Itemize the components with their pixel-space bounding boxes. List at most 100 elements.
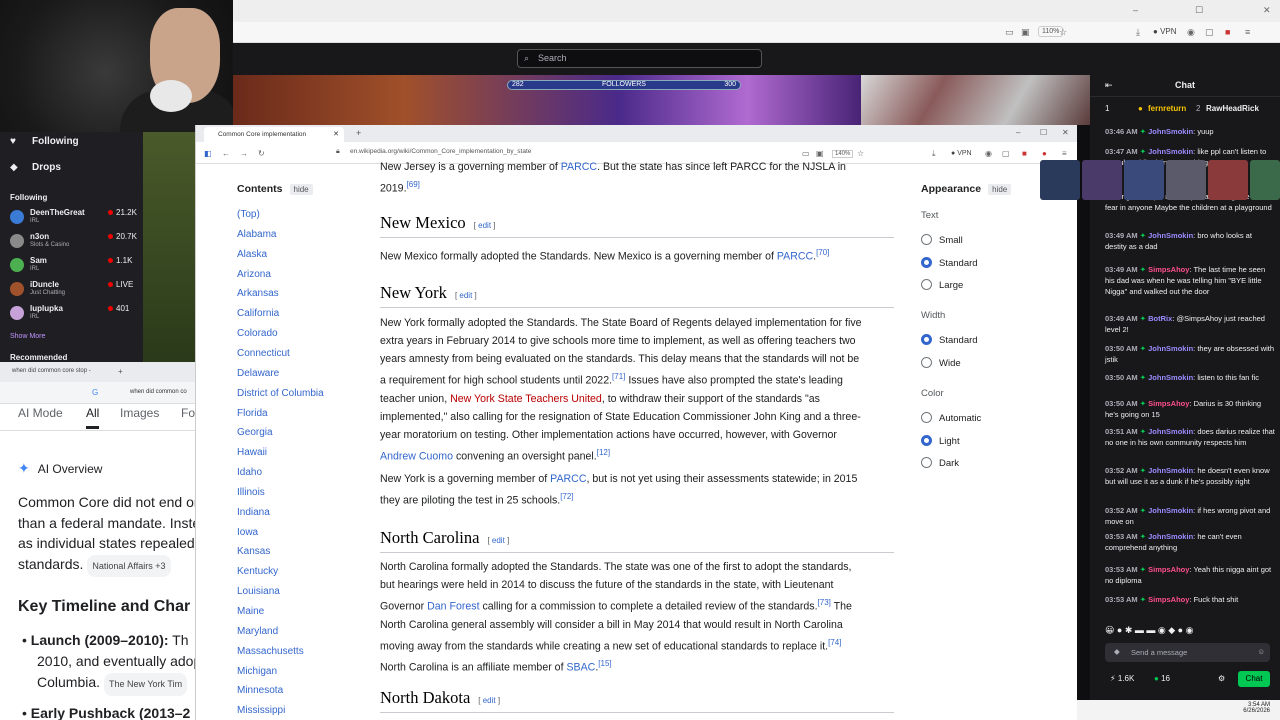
download-icon[interactable]: ⤓ <box>932 149 936 159</box>
vpn-button[interactable]: ● VPN <box>951 150 972 157</box>
wallet-icon[interactable]: ▢ <box>1205 27 1214 38</box>
radio-button[interactable] <box>921 234 932 245</box>
toc-item[interactable]: Louisiana <box>237 586 280 597</box>
screenshot-icon[interactable]: ▣ <box>1021 27 1030 38</box>
toc-item[interactable]: Massachusetts <box>237 646 304 657</box>
maximize-icon[interactable]: ☐ <box>1040 128 1047 137</box>
channel-deenthegreat[interactable]: DeenTheGreat IRL 21.2K <box>10 208 137 226</box>
thumbnail[interactable] <box>1124 160 1164 200</box>
cuomo-link[interactable]: Andrew Cuomo <box>380 450 453 462</box>
maximize-icon[interactable]: ☐ <box>1195 5 1203 16</box>
source-chip[interactable]: National Affairs +3 <box>87 554 171 577</box>
width-option-wide[interactable]: Wide <box>921 356 961 369</box>
toc-item[interactable]: Hawaii <box>237 447 267 458</box>
wallet-icon[interactable]: ▢ <box>1002 149 1010 158</box>
emote-bar[interactable]: 😀 ● ✱ ▬ ▬ ◉ ◆ ● ◉ <box>1105 625 1275 639</box>
new-tab-icon[interactable]: + <box>356 128 361 138</box>
text-option-standard[interactable]: Standard <box>921 256 978 269</box>
sidebar-icon[interactable]: ◧ <box>204 149 212 158</box>
chat-input[interactable]: ◆ Send a message ☺ <box>1105 643 1270 662</box>
ref-69[interactable]: [69] <box>407 180 420 189</box>
message-user[interactable]: SimpsAhoy <box>1148 399 1189 408</box>
emote-picker-icon[interactable]: ☺ <box>1257 647 1265 656</box>
toc-item[interactable]: Arkansas <box>237 288 279 299</box>
show-more-link[interactable]: Show More <box>10 333 45 340</box>
new-tab-icon[interactable]: + <box>118 367 123 376</box>
appearance-hide-button[interactable]: hide <box>988 184 1012 195</box>
toc-item[interactable]: Kentucky <box>237 566 278 577</box>
edit-link[interactable]: edit <box>478 221 491 230</box>
back-icon[interactable]: ← <box>222 149 230 158</box>
leaderboard-user[interactable]: fernreturn <box>1148 104 1186 113</box>
extension-icon[interactable]: ■ <box>1225 27 1230 37</box>
radio-button[interactable] <box>921 434 932 446</box>
search-input[interactable]: ⌕ Search <box>517 49 762 68</box>
message-user[interactable]: JohnSmokin <box>1148 532 1193 541</box>
settings-icon[interactable]: ⚙ <box>1218 674 1225 683</box>
close-tab-icon[interactable]: ✕ <box>333 130 339 138</box>
radio-button[interactable] <box>921 256 932 268</box>
toc-item[interactable]: Kansas <box>237 546 270 557</box>
tab-more[interactable]: Fo <box>181 406 195 420</box>
toc-item[interactable]: Iowa <box>237 527 258 538</box>
toc-item[interactable]: Mississippi <box>237 705 285 716</box>
message-user[interactable]: JohnSmokin <box>1148 344 1193 353</box>
message-user[interactable]: JohnSmokin <box>1148 466 1193 475</box>
edit-link[interactable]: edit <box>483 696 496 705</box>
zoom-indicator[interactable]: 140% <box>832 150 854 158</box>
channel-luplupka[interactable]: luplupka IRL 401 <box>10 304 135 322</box>
channel-points[interactable]: ● 16 <box>1154 674 1170 683</box>
message-user[interactable]: JohnSmokin <box>1148 127 1193 136</box>
tab-images[interactable]: Images <box>120 406 159 420</box>
ref-74[interactable]: [74] <box>828 638 841 647</box>
reader-icon[interactable]: ▭ <box>1005 27 1014 38</box>
radio-button[interactable] <box>921 356 932 368</box>
ref-70[interactable]: [70] <box>816 248 829 257</box>
reader-icon[interactable]: ▭ <box>802 149 810 158</box>
toc-item[interactable]: Maine <box>237 606 264 617</box>
leaderboard-user[interactable]: RawHeadRick <box>1206 104 1259 113</box>
edit-link[interactable]: edit <box>492 536 505 545</box>
width-option-standard[interactable]: Standard <box>921 334 978 346</box>
wiki-tab[interactable]: Common Core implementation ✕ <box>204 127 344 142</box>
text-option-large[interactable]: Large <box>921 279 963 291</box>
message-user[interactable]: SimpsAhoy <box>1148 265 1189 274</box>
message-user[interactable]: JohnSmokin <box>1148 427 1193 436</box>
dan-forest-link[interactable]: Dan Forest <box>427 601 479 613</box>
profile-icon[interactable]: ◉ <box>985 149 992 158</box>
toc-item[interactable]: Georgia <box>237 427 273 438</box>
parcc-link[interactable]: PARCC <box>777 251 813 263</box>
google-search-query[interactable]: when did common co <box>130 389 187 395</box>
taskbar-clock[interactable]: 3:54 AM 6/26/2026 <box>1243 702 1270 714</box>
tab-all[interactable]: All <box>86 406 100 429</box>
extension-icon[interactable]: ● <box>1042 149 1047 158</box>
google-tab[interactable]: when did common core stop - <box>12 368 91 374</box>
thumbnail[interactable] <box>1166 160 1206 200</box>
text-option-small[interactable]: Small <box>921 234 963 246</box>
ref-72[interactable]: [72] <box>560 492 573 501</box>
screenshot-icon[interactable]: ▣ <box>816 149 824 158</box>
toc-item[interactable]: Alabama <box>237 229 276 240</box>
close-icon[interactable]: ✕ <box>1263 5 1271 16</box>
ref-71[interactable]: [71] <box>612 372 625 381</box>
menu-icon[interactable]: ≡ <box>1062 149 1067 158</box>
menu-icon[interactable]: ≡ <box>1245 27 1250 37</box>
toc-item[interactable]: Alaska <box>237 249 267 260</box>
toc-item[interactable]: California <box>237 308 279 319</box>
parcc-link[interactable]: PARCC <box>561 161 597 173</box>
toc-item[interactable]: Maryland <box>237 626 278 637</box>
color-option-automatic[interactable]: Automatic <box>921 412 981 424</box>
color-option-dark[interactable]: Dark <box>921 457 959 469</box>
tab-ai-mode[interactable]: AI Mode <box>18 406 63 420</box>
toc-item[interactable]: Illinois <box>237 487 265 498</box>
color-option-light[interactable]: Light <box>921 434 960 447</box>
channel-n3on[interactable]: n3on Slots & Casino 20.7K <box>10 232 137 250</box>
message-user[interactable]: SimpsAhoy <box>1148 595 1189 604</box>
toc-item[interactable]: Minnesota <box>237 685 283 696</box>
thumbnail[interactable] <box>1250 160 1280 200</box>
profile-icon[interactable]: ◉ <box>1187 27 1195 38</box>
parcc-link[interactable]: PARCC <box>550 473 586 485</box>
radio-button[interactable] <box>921 457 932 468</box>
message-user[interactable]: JohnSmokin <box>1148 231 1193 240</box>
message-user[interactable]: SimpsAhoy <box>1148 565 1189 574</box>
